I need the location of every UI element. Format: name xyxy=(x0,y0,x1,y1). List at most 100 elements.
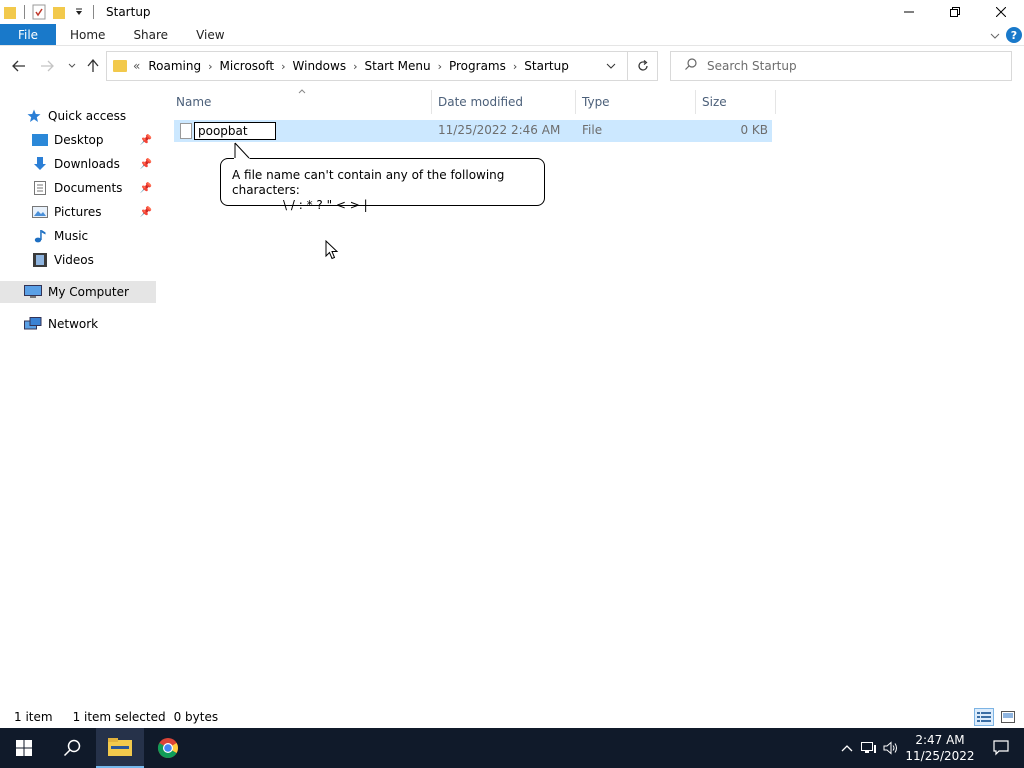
selection-size: 0 bytes xyxy=(173,710,219,724)
sidebar-item-label: Desktop xyxy=(54,133,104,147)
close-button[interactable] xyxy=(978,0,1024,24)
clock-date: 11/25/2022 xyxy=(905,749,975,763)
navigation-pane: Quick access Desktop 📌 Downloads 📌 Docum… xyxy=(0,96,156,696)
type-cell: File xyxy=(582,123,603,137)
tab-view[interactable]: View xyxy=(182,24,238,45)
size-cell: 0 KB xyxy=(740,123,768,137)
computer-icon xyxy=(24,284,42,300)
search-button[interactable] xyxy=(48,728,96,768)
new-folder-icon[interactable] xyxy=(51,4,67,20)
details-view-icon[interactable] xyxy=(974,708,994,726)
crumb-microsoft[interactable]: Microsoft xyxy=(220,59,275,73)
back-button[interactable] xyxy=(8,55,30,77)
document-icon xyxy=(32,180,48,196)
column-header-name[interactable]: Name xyxy=(170,87,432,114)
sidebar-item-desktop[interactable]: Desktop 📌 xyxy=(0,129,156,151)
table-row[interactable]: poopbat 11/25/2022 2:46 AM File 0 KB xyxy=(174,120,772,142)
notification-icon[interactable] xyxy=(978,728,1024,768)
pin-icon[interactable]: 📌 xyxy=(140,159,152,170)
pin-icon[interactable]: 📌 xyxy=(140,207,152,218)
search-placeholder: Search Startup xyxy=(707,59,797,73)
chevron-right-icon[interactable]: › xyxy=(438,60,442,73)
chevron-down-icon[interactable] xyxy=(599,52,623,80)
item-count: 1 item xyxy=(14,710,53,724)
network-status-icon[interactable] xyxy=(858,728,880,768)
sidebar-item-videos[interactable]: Videos xyxy=(0,249,156,271)
sidebar-item-music[interactable]: Music xyxy=(0,225,156,247)
sidebar-item-label: Quick access xyxy=(48,109,127,123)
sidebar-item-quick-access[interactable]: Quick access xyxy=(0,105,156,127)
status-bar: 1 item 1 item selected 0 bytes xyxy=(0,706,1024,728)
up-button[interactable] xyxy=(82,55,104,77)
start-button[interactable] xyxy=(0,728,48,768)
volume-icon[interactable] xyxy=(880,728,902,768)
view-switcher xyxy=(974,706,1018,728)
customize-toolbar-icon[interactable] xyxy=(71,4,87,20)
large-icons-view-icon[interactable] xyxy=(998,708,1018,726)
sidebar-item-label: Network xyxy=(48,317,99,331)
sort-ascending-icon xyxy=(298,87,306,97)
column-header-type[interactable]: Type xyxy=(576,90,696,114)
refresh-button[interactable] xyxy=(627,52,657,80)
sidebar-item-label: Videos xyxy=(54,253,94,267)
mouse-cursor-icon xyxy=(325,240,339,260)
pin-icon[interactable]: 📌 xyxy=(140,135,152,146)
column-header-date[interactable]: Date modified xyxy=(432,90,576,114)
rename-input[interactable]: poopbat xyxy=(194,122,276,140)
sidebar-item-label: Documents xyxy=(54,181,123,195)
crumb-startup[interactable]: Startup xyxy=(524,59,569,73)
sidebar-item-label: Music xyxy=(54,229,89,243)
minimize-button[interactable] xyxy=(886,0,932,24)
sidebar-item-network[interactable]: Network xyxy=(0,313,156,335)
help-icon[interactable]: ? xyxy=(1006,27,1022,43)
sidebar-item-my-computer[interactable]: My Computer xyxy=(0,281,156,303)
address-bar[interactable]: « Roaming › Microsoft › Windows › Start … xyxy=(106,51,658,81)
clock[interactable]: 2:47 AM 11/25/2022 xyxy=(902,732,978,764)
navigation-bar: « Roaming › Microsoft › Windows › Start … xyxy=(0,46,1024,86)
file-list: Name Date modified Type Size poopbat 11/… xyxy=(170,86,1024,706)
crumb-roaming[interactable]: Roaming xyxy=(148,59,201,73)
film-icon xyxy=(32,252,48,268)
chevron-right-icon[interactable]: › xyxy=(208,60,212,73)
recent-locations-button[interactable] xyxy=(61,55,83,77)
forward-button[interactable] xyxy=(36,55,58,77)
chevron-right-icon[interactable]: › xyxy=(353,60,357,73)
pin-icon[interactable]: 📌 xyxy=(140,183,152,194)
chrome-icon[interactable] xyxy=(144,728,192,768)
file-explorer-taskbar-icon[interactable] xyxy=(96,728,144,768)
crumb-windows[interactable]: Windows xyxy=(293,59,347,73)
sidebar-item-pictures[interactable]: Pictures 📌 xyxy=(0,201,156,223)
crumb-programs[interactable]: Programs xyxy=(449,59,506,73)
column-header-label: Name xyxy=(176,95,212,109)
tab-file[interactable]: File xyxy=(0,24,56,45)
sidebar-item-label: Pictures xyxy=(54,205,102,219)
sidebar-item-downloads[interactable]: Downloads 📌 xyxy=(0,153,156,175)
tab-home[interactable]: Home xyxy=(56,24,119,45)
folder-icon[interactable] xyxy=(2,4,18,20)
overflow-chevron[interactable]: « xyxy=(133,59,140,73)
tooltip-message: A file name can't contain any of the fol… xyxy=(232,168,505,197)
properties-icon[interactable] xyxy=(31,4,47,20)
chevron-right-icon[interactable]: › xyxy=(281,60,285,73)
download-icon xyxy=(32,156,48,172)
restore-button[interactable] xyxy=(932,0,978,24)
ribbon-tabs: File Home Share View ? xyxy=(0,24,1024,46)
tab-share[interactable]: Share xyxy=(119,24,182,45)
date-cell: 11/25/2022 2:46 AM xyxy=(438,123,561,137)
window-title: Startup xyxy=(106,5,151,19)
search-icon xyxy=(685,58,697,74)
title-bar: Startup xyxy=(0,0,1024,24)
search-input[interactable]: Search Startup xyxy=(670,51,1012,81)
sidebar-item-label: My Computer xyxy=(48,285,129,299)
column-header-size[interactable]: Size xyxy=(696,90,776,114)
invalid-characters-tooltip: A file name can't contain any of the fol… xyxy=(220,158,545,212)
chevron-right-icon[interactable]: › xyxy=(513,60,517,73)
expand-ribbon-icon[interactable] xyxy=(990,28,1000,42)
crumb-start-menu[interactable]: Start Menu xyxy=(365,59,431,73)
column-header-label: Type xyxy=(582,95,610,109)
selection-count: 1 item selected xyxy=(72,710,166,724)
chevron-up-icon[interactable] xyxy=(836,728,858,768)
desktop-icon xyxy=(32,132,48,148)
sidebar-item-documents[interactable]: Documents 📌 xyxy=(0,177,156,199)
pictures-icon xyxy=(32,204,48,220)
